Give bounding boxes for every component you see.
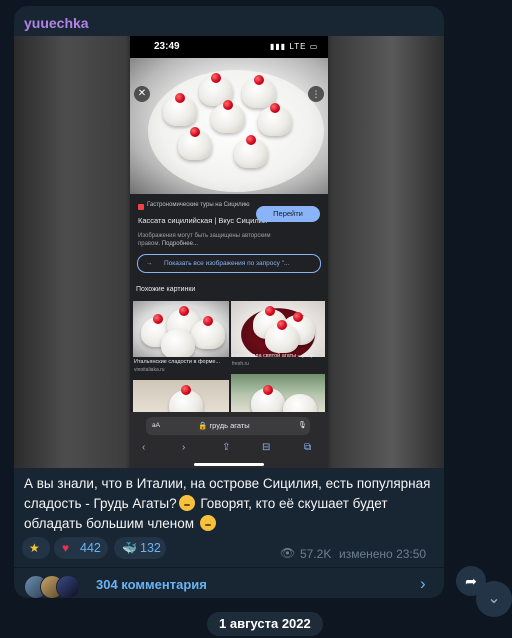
more-icon: ⋮ (308, 86, 324, 102)
edited-time: изменено 23:50 (339, 547, 427, 561)
date-separator: 1 августа 2022 (207, 612, 323, 636)
reaction-heart[interactable]: ♥ 442 (54, 537, 108, 559)
chevron-down-icon: ⌄ (487, 590, 501, 607)
phone-screenshot: 23:49 ▮▮▮ LTE ▭ ✕ ⋮ Гастрономические тур… (130, 36, 328, 468)
reaction-whale[interactable]: 🐳 132 (114, 537, 166, 559)
browser-toolbar: aA 🔒 грудь агаты 🎙 ‹ › ⇪ ⊟ ⧉ (130, 412, 328, 468)
chevron-right-icon[interactable]: › (420, 574, 426, 594)
dessert-photo: ✕ ⋮ (130, 58, 328, 194)
tabs-icon: ⧉ (304, 442, 312, 453)
author-name[interactable]: yuuechka (24, 15, 89, 31)
divider (14, 567, 444, 568)
phone-status-bar: 23:49 ▮▮▮ LTE ▭ (130, 36, 328, 58)
url-bar: aA 🔒 грудь агаты 🎙 (146, 417, 310, 435)
share-sheet-icon: ⇪ (222, 442, 231, 453)
scroll-down-button[interactable]: ⌄ (476, 581, 512, 617)
home-indicator (194, 463, 264, 466)
copyright-note: Изображения могут быть защищены авторски… (138, 233, 271, 247)
astonished-emoji-icon (178, 495, 195, 511)
share-icon: ➦ (465, 573, 477, 589)
similar-thumb-4 (231, 374, 325, 416)
forward-icon: › (182, 442, 186, 453)
avatar (56, 575, 80, 598)
reader-icon: aA (152, 422, 160, 429)
disappointed-emoji-icon (199, 515, 216, 531)
heart-icon: ♥ (62, 541, 70, 555)
message-text: А вы знали, что в Италии, на острове Сиц… (24, 476, 431, 531)
phone-time: 23:49 (154, 41, 180, 52)
close-icon: ✕ (134, 86, 150, 102)
show-all-images-button: → Показать все изображения по запросу ".… (137, 254, 321, 273)
similar-thumb-2 (231, 301, 325, 357)
visit-button: Перейти (256, 206, 320, 222)
url-text: 🔒 грудь агаты (198, 421, 250, 430)
phone-signal: ▮▮▮ LTE ▭ (270, 42, 319, 51)
reaction-star[interactable]: ★ (22, 537, 50, 559)
thumb-2-caption: Кассателла святой агаты – реце... (232, 353, 320, 359)
star-icon: ★ (29, 541, 40, 555)
similar-images-title: Похожие картинки (136, 286, 196, 293)
whale-icon: 🐳 (122, 541, 137, 555)
back-icon: ‹ (142, 442, 146, 453)
thumb-1-source: vinoitaliaka.ru (134, 367, 165, 373)
source-site: Гастрономические туры на Сицилию (147, 202, 250, 208)
commenter-avatars[interactable] (24, 575, 88, 598)
comments-link[interactable]: 304 комментария (96, 577, 207, 592)
media-attachment[interactable]: 23:49 ▮▮▮ LTE ▭ ✕ ⋮ Гастрономические тур… (14, 36, 444, 468)
similar-thumb-1 (133, 301, 229, 357)
eye-icon: 👁 (280, 546, 296, 560)
bookmarks-icon: ⊟ (262, 442, 271, 453)
source-favicon (138, 204, 144, 210)
thumb-2-source: fresh.ru (232, 361, 249, 367)
source-title: Кассата сицилийская | Вкус Сицилии (138, 216, 268, 225)
microphone-icon: 🎙 (298, 422, 307, 429)
message-bubble: yuuechka 23:49 ▮▮▮ LTE ▭ ✕ ⋮ Гастрономич… (14, 6, 444, 598)
arrow-right-icon: → (146, 260, 153, 267)
similar-thumb-3 (133, 380, 229, 416)
thumb-1-caption: Итальянские сладости в форме... (134, 359, 221, 365)
